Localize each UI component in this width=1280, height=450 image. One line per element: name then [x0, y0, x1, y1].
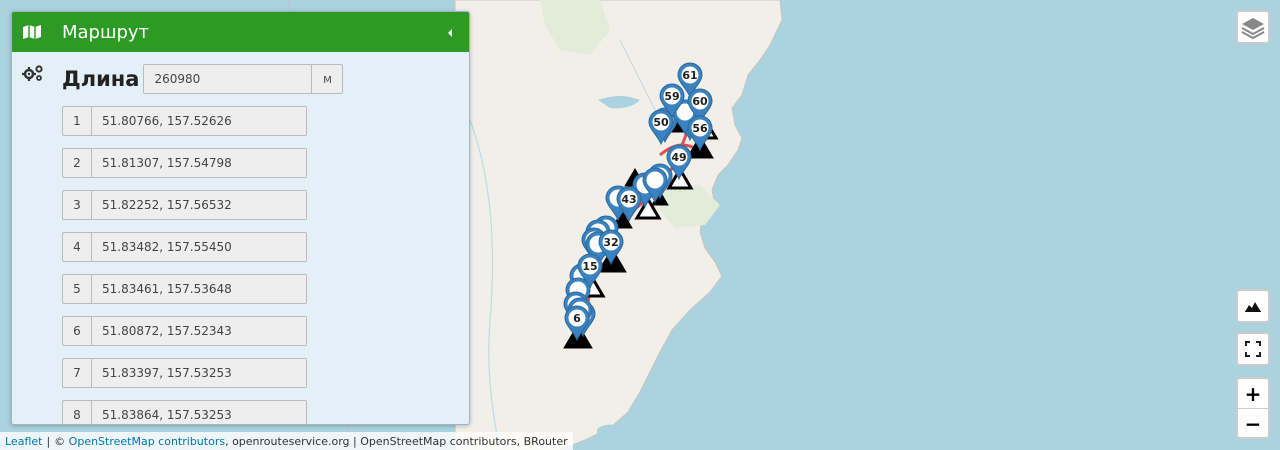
waypoint-index: 1	[63, 107, 92, 135]
waypoint-marker-label: 60	[692, 95, 708, 108]
waypoint-index: 5	[63, 275, 92, 303]
length-field-group: м	[143, 64, 344, 94]
waypoint-marker-label: 50	[653, 116, 669, 129]
waypoint-marker-label: 6	[573, 312, 581, 325]
waypoint-index: 8	[63, 401, 92, 424]
waypoint-marker-label: 61	[682, 69, 697, 82]
attribution-rest: , openrouteservice.org | OpenStreetMap c…	[225, 434, 568, 448]
collapse-panel-button[interactable]	[445, 25, 455, 39]
panel-header: Маршрут	[12, 12, 469, 52]
waypoint-marker-label: 49	[671, 151, 686, 164]
layers-button[interactable]	[1236, 10, 1270, 44]
gears-icon	[22, 65, 43, 81]
zoom-control: + −	[1236, 377, 1270, 439]
waypoint-coords-field[interactable]	[92, 317, 306, 345]
waypoint-coords-field[interactable]	[92, 275, 306, 303]
waypoint-row: 2	[62, 148, 307, 178]
waypoint-coords-field[interactable]	[92, 401, 306, 424]
length-field[interactable]	[144, 65, 313, 93]
fullscreen-icon	[1245, 341, 1261, 357]
waypoint-row: 4	[62, 232, 307, 262]
route-panel: Маршрут Длина м 1 2 3 4 5 6 7 8	[11, 11, 470, 425]
osm-contributors-link[interactable]: OpenStreetMap contributors	[69, 435, 225, 448]
waypoint-index: 7	[63, 359, 92, 387]
waypoint-marker-label: 56	[692, 122, 708, 135]
waypoint-row: 7	[62, 358, 307, 388]
copyright-sign: ©	[54, 434, 66, 448]
attribution-separator: |	[46, 434, 51, 448]
waypoint-marker-label: 15	[582, 260, 597, 273]
map-icon	[12, 24, 52, 40]
waypoint-coords-field[interactable]	[92, 233, 306, 261]
waypoint-marker-label: 43	[621, 193, 636, 206]
waypoint-row: 1	[62, 106, 307, 136]
waypoint-row: 3	[62, 190, 307, 220]
waypoint-coords-field[interactable]	[92, 149, 306, 177]
waypoint-coords-field[interactable]	[92, 191, 306, 219]
waypoint-index: 6	[63, 317, 92, 345]
panel-title: Маршрут	[62, 21, 150, 43]
length-label: Длина	[62, 67, 140, 91]
waypoint-row: 6	[62, 316, 307, 346]
map-attribution: Leaflet | © OpenStreetMap contributors, …	[0, 432, 573, 450]
leaflet-link[interactable]: Leaflet	[5, 435, 42, 448]
zoom-out-button[interactable]: −	[1238, 409, 1268, 438]
length-unit: м	[322, 72, 333, 86]
waypoint-index: 2	[63, 149, 92, 177]
elevation-icon	[1245, 302, 1261, 312]
waypoint-coords-field[interactable]	[92, 107, 306, 135]
waypoint-marker-label: 32	[603, 236, 618, 249]
layers-icon	[1241, 18, 1265, 40]
waypoint-marker-label: 59	[664, 90, 679, 103]
waypoint-list: 1 2 3 4 5 6 7 8	[62, 106, 307, 424]
zoom-in-button[interactable]: +	[1238, 379, 1268, 409]
fullscreen-button[interactable]	[1236, 332, 1270, 366]
waypoint-index: 4	[63, 233, 92, 261]
elevation-profile-button[interactable]	[1236, 289, 1270, 323]
waypoint-index: 3	[63, 191, 92, 219]
length-row: Длина м	[62, 64, 344, 94]
waypoint-coords-field[interactable]	[92, 359, 306, 387]
waypoint-row: 5	[62, 274, 307, 304]
settings-gears-button[interactable]	[22, 64, 44, 86]
waypoint-row: 8	[62, 400, 307, 424]
